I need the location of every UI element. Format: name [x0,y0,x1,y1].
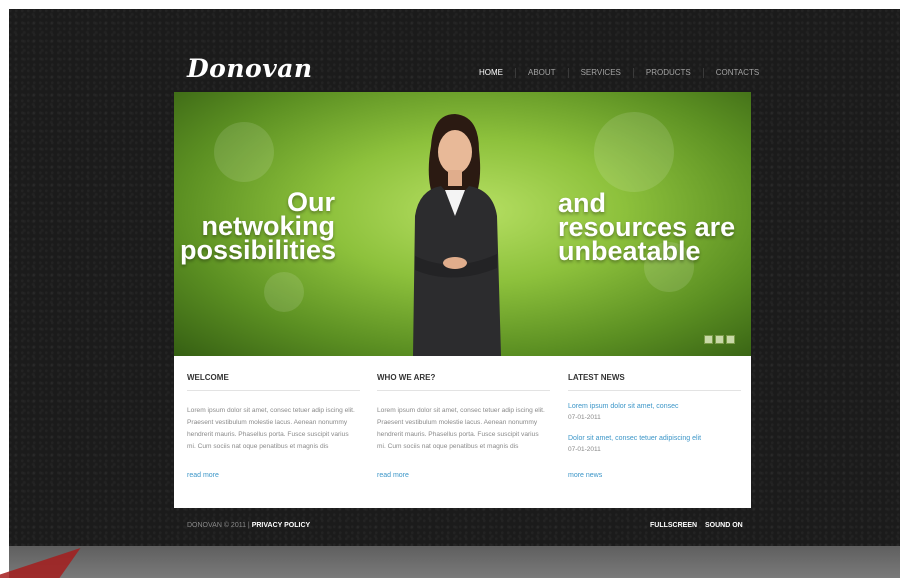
bottom-strip [9,546,900,578]
news-item-link[interactable]: Lorem ipsum dolor sit amet, consec [568,401,741,413]
news-item-link[interactable]: Dolor sit amet, consec tetuer adipiscing… [568,433,741,445]
who-text: Lorem ipsum dolor sit amet, consec tetue… [377,407,545,450]
hero-banner: Our netwoking possibilities and resource… [174,92,751,356]
sound-toggle[interactable]: SOUND ON [705,522,743,529]
welcome-read-more-link[interactable]: read more [187,472,219,479]
site-logo[interactable]: Donovan [187,54,313,83]
bokeh-light [214,122,274,182]
welcome-column: WELCOME Lorem ipsum dolor sit amet, cons… [187,356,360,479]
news-title: LATEST NEWS [568,373,741,391]
hero-headline-left: Our netwoking possibilities [180,189,337,265]
welcome-text: Lorem ipsum dolor sit amet, consec tetue… [187,407,355,450]
slider-dot[interactable] [704,335,713,344]
news-column: LATEST NEWS Lorem ipsum dolor sit amet, … [568,356,741,479]
hero-headline-right: and resources are unbeatable [558,190,751,266]
privacy-policy-link[interactable]: PRIVACY POLICY [252,522,310,529]
footer-copyright: DONOVAN © 2011 | PRIVACY POLICY [187,522,310,529]
copyright-text: DONOVAN © 2011 | [187,522,250,529]
footer-controls: FULLSCREEN SOUND ON [650,522,743,529]
news-item: Lorem ipsum dolor sit amet, consec 07-01… [568,401,741,423]
main-nav: HOME ABOUT SERVICES PRODUCTS CONTACTS [467,68,771,78]
news-item-date: 07-01-2011 [568,414,601,421]
more-news-link[interactable]: more news [568,472,602,479]
who-title: WHO WE ARE? [377,373,550,391]
hero-left-line: possibilities [180,235,337,265]
hero-right-line: unbeatable [558,236,701,266]
content-panel: WELCOME Lorem ipsum dolor sit amet, cons… [174,356,751,508]
who-read-more-link[interactable]: read more [377,472,409,479]
nav-services[interactable]: SERVICES [567,68,633,78]
slider-dot[interactable] [726,335,735,344]
nav-about[interactable]: ABOUT [515,68,568,78]
fullscreen-button[interactable]: FULLSCREEN [650,522,697,529]
nav-products[interactable]: PRODUCTS [632,68,703,78]
slider-pagination [704,335,735,344]
who-column: WHO WE ARE? Lorem ipsum dolor sit amet, … [377,356,550,479]
bokeh-light [264,272,304,312]
businesswoman-photo [413,114,501,356]
nav-contacts[interactable]: CONTACTS [702,68,771,78]
slider-dot[interactable] [715,335,724,344]
news-item-date: 07-01-2011 [568,446,601,453]
welcome-title: WELCOME [187,373,360,391]
news-item: Dolor sit amet, consec tetuer adipiscing… [568,433,741,455]
bokeh-light [594,112,674,192]
nav-home[interactable]: HOME [467,68,515,78]
